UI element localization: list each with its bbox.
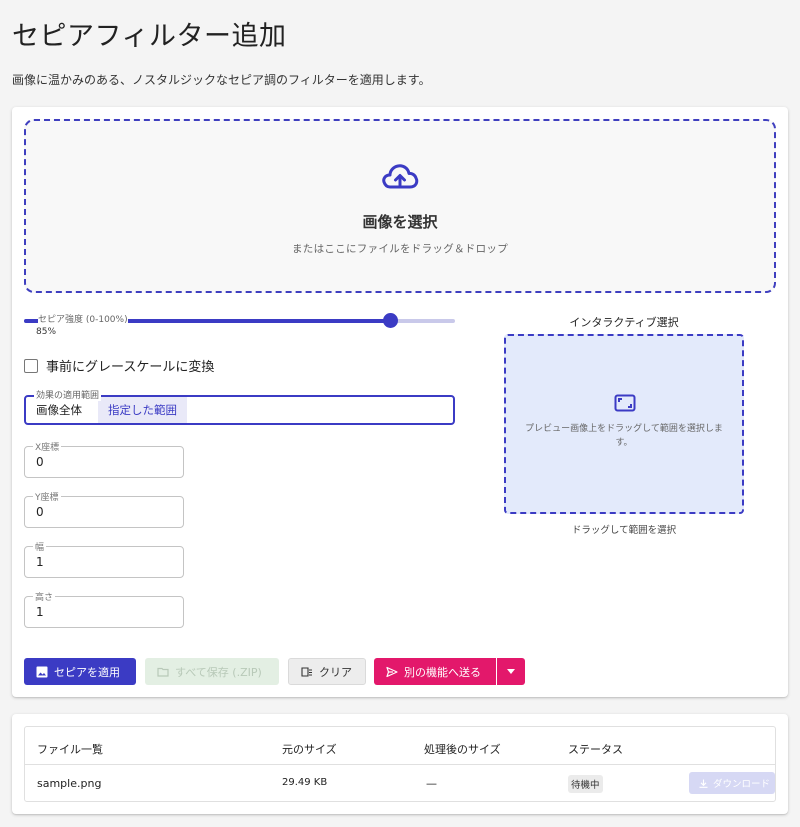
x-coordinate-value: 0 — [36, 455, 44, 469]
x-coordinate-label: X座標 — [33, 440, 62, 453]
width-label: 幅 — [33, 540, 47, 553]
file-table: ファイル一覧 元のサイズ 処理後のサイズ ステータス sample.png 29… — [24, 726, 776, 802]
width-value: 1 — [36, 555, 44, 569]
clear-button[interactable]: クリア — [288, 658, 366, 685]
save-all-zip-button[interactable]: すべて保存 (.ZIP) — [145, 658, 279, 685]
file-name-cell: sample.png — [37, 777, 102, 790]
height-label: 高さ — [33, 590, 56, 603]
main-card: 画像を選択 またはここにファイルをドラッグ＆ドロップ セピア強度 (0-100%… — [12, 107, 788, 697]
scope-legend: 効果の適用範囲 — [34, 388, 102, 401]
drop-zone-title: 画像を選択 — [362, 213, 438, 231]
column-header-file: ファイル一覧 — [37, 743, 103, 756]
column-header-status: ステータス — [568, 743, 623, 756]
clear-all-icon — [301, 666, 312, 677]
send-menu-dropdown-button[interactable] — [497, 658, 525, 685]
y-coordinate-field[interactable]: Y座標 0 — [24, 490, 184, 528]
original-size-cell: 29.49 KB — [282, 777, 328, 788]
apply-sepia-button[interactable]: セピアを適用 — [24, 658, 136, 685]
page-title: セピアフィルター追加 — [12, 21, 287, 52]
file-drop-zone[interactable]: 画像を選択 またはここにファイルをドラッグ＆ドロップ — [24, 119, 776, 293]
interactive-selection-area[interactable]: プレビュー画像上をドラッグして範囲を選択します。 — [504, 334, 744, 514]
interactive-selection-title: インタラクティブ選択 — [569, 316, 679, 329]
width-field[interactable]: 幅 1 — [24, 540, 184, 578]
save-all-zip-label: すべて保存 (.ZIP) — [175, 665, 262, 679]
aspect-ratio-icon — [614, 394, 636, 412]
file-list-card: ファイル一覧 元のサイズ 処理後のサイズ ステータス sample.png 29… — [12, 714, 788, 814]
y-coordinate-value: 0 — [36, 505, 44, 519]
header-divider — [25, 764, 775, 765]
drop-zone-subtitle: またはここにファイルをドラッグ＆ドロップ — [292, 243, 508, 255]
x-coordinate-field[interactable]: X座標 0 — [24, 440, 184, 478]
folder-icon — [157, 667, 169, 677]
slider-thumb[interactable] — [383, 313, 399, 328]
apply-sepia-label: セピアを適用 — [54, 665, 120, 679]
column-header-original-size: 元のサイズ — [282, 743, 337, 756]
processed-size-cell: — — [426, 777, 437, 790]
page-description: 画像に温かみのある、ノスタルジックなセピア調のフィルターを適用します。 — [12, 73, 431, 87]
column-header-processed-size: 処理後のサイズ — [424, 743, 501, 756]
grayscale-checkbox-label: 事前にグレースケールに変換 — [46, 360, 215, 375]
send-to-feature-label: 別の機能へ送る — [404, 665, 481, 679]
sepia-intensity-value: 85% — [36, 327, 57, 337]
send-icon — [386, 666, 398, 677]
height-value: 1 — [36, 605, 44, 619]
interactive-selection-caption: ドラッグして範囲を選択 — [571, 525, 677, 536]
sepia-intensity-label: セピア強度 (0-100%) — [38, 312, 128, 325]
download-button[interactable]: ダウンロード — [689, 772, 775, 794]
cloud-upload-icon — [382, 164, 419, 189]
clear-label: クリア — [319, 665, 352, 679]
grayscale-option[interactable]: 事前にグレースケールに変換 — [24, 356, 214, 375]
grayscale-checkbox[interactable] — [24, 358, 38, 373]
scope-option-selected-area[interactable]: 指定した範囲 — [98, 397, 187, 423]
height-field[interactable]: 高さ 1 — [24, 590, 184, 628]
y-coordinate-label: Y座標 — [33, 490, 61, 503]
caret-down-icon — [507, 669, 515, 674]
send-to-feature-button[interactable]: 別の機能へ送る — [374, 658, 496, 685]
download-label: ダウンロード — [713, 779, 771, 790]
image-icon — [36, 666, 48, 677]
interactive-selection-hint: プレビュー画像上をドラッグして範囲を選択します。 — [525, 424, 723, 448]
status-badge: 待機中 — [568, 775, 603, 793]
download-icon — [699, 779, 708, 788]
